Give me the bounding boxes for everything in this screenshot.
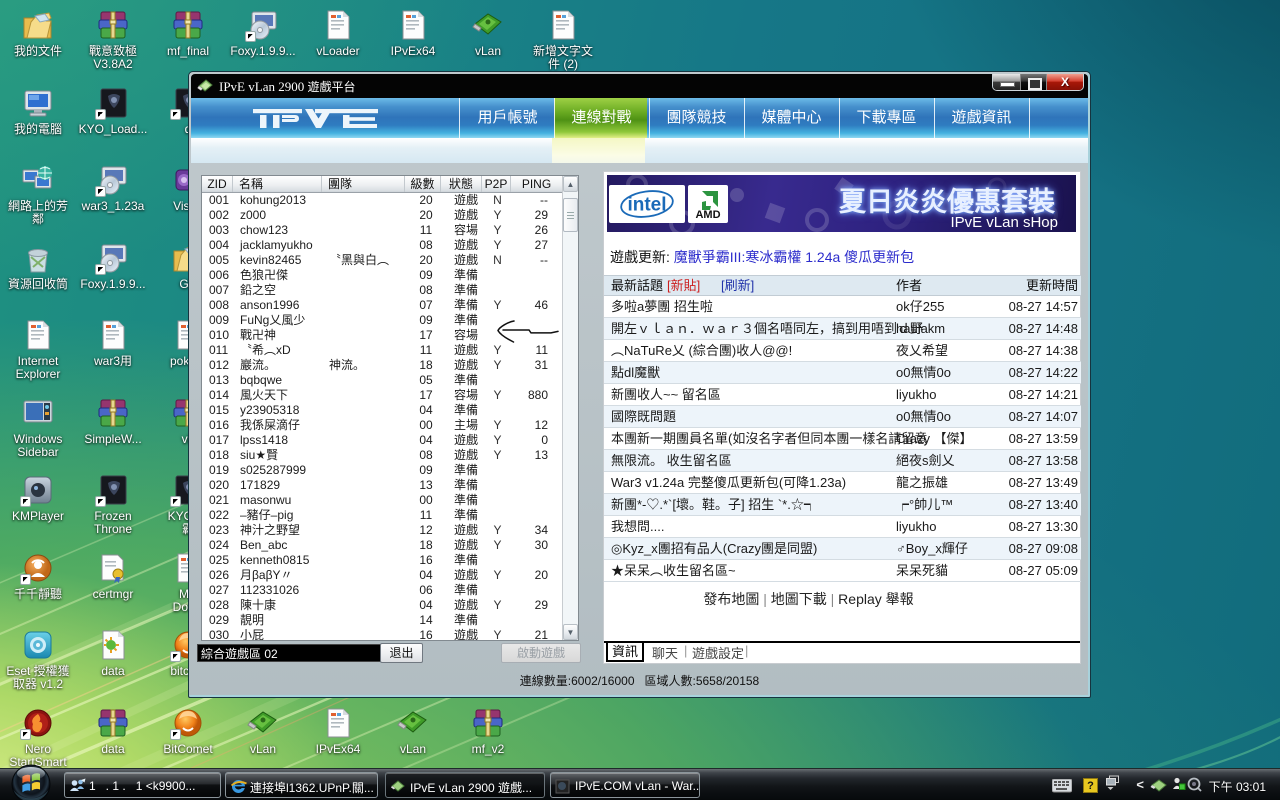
svg-text:intel: intel	[627, 195, 666, 216]
svg-text:AMD: AMD	[695, 209, 720, 221]
